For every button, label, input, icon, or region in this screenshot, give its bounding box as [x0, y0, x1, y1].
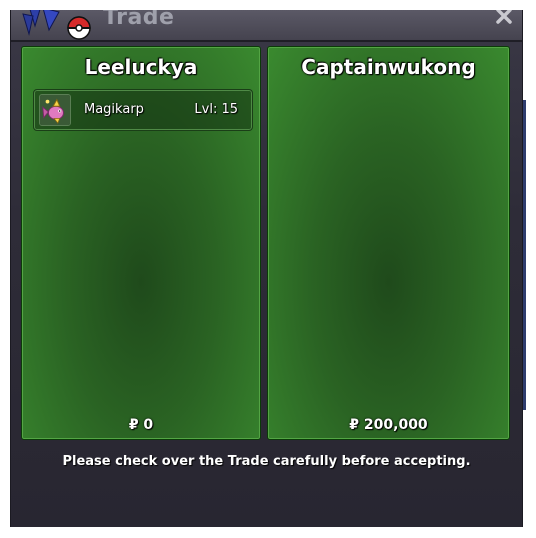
trade-item-slot[interactable]: Magikarp Lvl: 15 [33, 89, 253, 131]
title-bar: Trade [11, 10, 522, 42]
background-strip [523, 100, 526, 410]
pokeball-logo-icon [22, 10, 91, 40]
magikarp-sprite-icon [39, 94, 71, 126]
trade-window: Trade Leeluckya Magikarp Lvl: 15 ₽ 0 Cap… [10, 10, 523, 527]
player-name: Leeluckya [84, 55, 198, 79]
item-name: Magikarp [84, 102, 144, 117]
item-level: Lvl: 15 [194, 102, 238, 117]
trade-notice: Please check over the Trade carefully be… [62, 454, 471, 469]
player-offer-panel-left: Leeluckya Magikarp Lvl: 15 ₽ 0 [21, 46, 261, 440]
player-name: Captainwukong [301, 55, 476, 79]
money-offer: ₽ 200,000 [349, 417, 428, 433]
window-title: Trade [103, 10, 175, 30]
trade-panels: Leeluckya Magikarp Lvl: 15 ₽ 0 Captainwu… [19, 46, 514, 442]
close-icon[interactable] [494, 10, 514, 26]
player-offer-panel-right: Captainwukong ₽ 200,000 [267, 46, 510, 440]
money-offer: ₽ 0 [128, 417, 154, 433]
